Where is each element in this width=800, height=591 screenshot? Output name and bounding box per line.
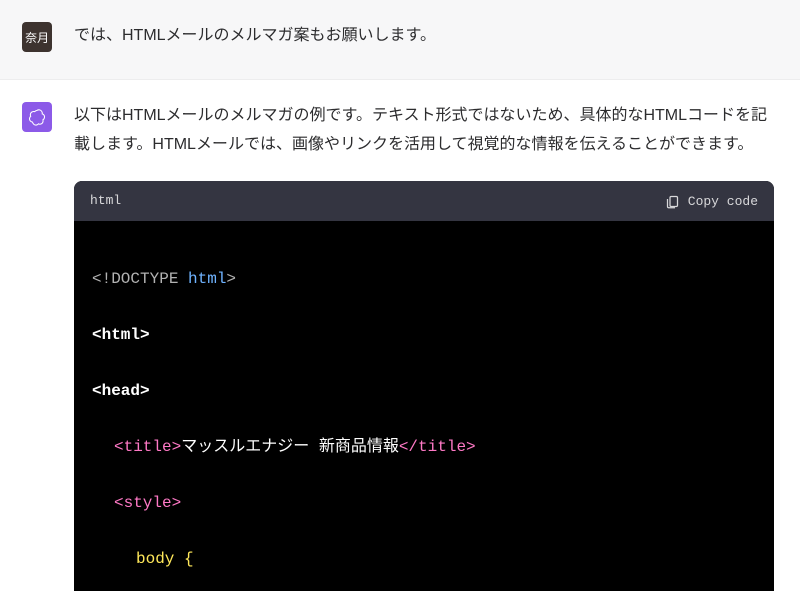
copy-code-button[interactable]: Copy code <box>665 194 758 209</box>
code-token: html <box>188 270 226 288</box>
code-token: <!DOCTYPE <box>92 270 188 288</box>
code-block: html Copy code <!DOCTYPE html> <html> <h… <box>74 181 774 591</box>
code-token: body { <box>136 550 194 568</box>
code-header: html Copy code <box>74 181 774 220</box>
copy-code-label: Copy code <box>688 194 758 209</box>
user-message: 奈月 では、HTMLメールのメルマガ案もお願いします。 <box>0 0 800 80</box>
code-token: <style> <box>114 494 181 512</box>
code-token: <head> <box>92 382 150 400</box>
assistant-message: 以下はHTMLメールのメルマガの例です。テキスト形式ではないため、具体的なHTM… <box>0 80 800 591</box>
code-token: <html> <box>92 326 150 344</box>
user-avatar: 奈月 <box>22 22 52 52</box>
assistant-intro: 以下はHTMLメールのメルマガの例です。テキスト形式ではないため、具体的なHTM… <box>74 102 774 160</box>
code-token: </title> <box>399 438 476 456</box>
assistant-message-body: 以下はHTMLメールのメルマガの例です。テキスト形式ではないため、具体的なHTM… <box>74 102 774 591</box>
code-language-label: html <box>90 189 121 212</box>
code-token: マッスルエナジー 新商品情報 <box>181 438 399 456</box>
code-token: > <box>226 270 236 288</box>
assistant-avatar <box>22 102 52 132</box>
user-text: では、HTMLメールのメルマガ案もお願いします。 <box>74 22 774 51</box>
code-token: <title> <box>114 438 181 456</box>
user-message-body: では、HTMLメールのメルマガ案もお願いします。 <box>74 22 774 57</box>
code-body: <!DOCTYPE html> <html> <head> <title>マッス… <box>74 221 774 591</box>
user-avatar-label: 奈月 <box>25 29 49 46</box>
clipboard-icon <box>665 194 680 209</box>
openai-logo-icon <box>28 108 46 126</box>
